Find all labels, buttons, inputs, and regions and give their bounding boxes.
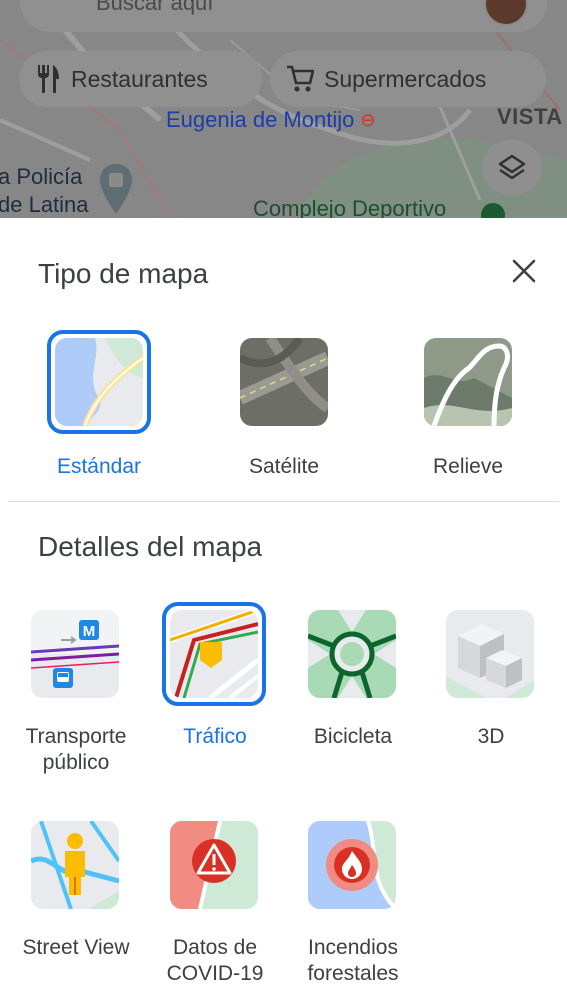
police-label-line1: a Policía	[0, 164, 83, 189]
map-type-label: Relieve	[432, 455, 504, 478]
standard-thumbnail	[55, 338, 143, 426]
layers-button[interactable]	[482, 140, 542, 196]
search-placeholder: Buscar aquí	[96, 0, 214, 15]
chip-restaurants[interactable]: Restaurantes	[19, 51, 262, 107]
metro-station-name: Eugenia de Montijo	[166, 107, 355, 132]
park-pin-icon	[481, 203, 505, 218]
search-bar[interactable]: Buscar aquí	[20, 0, 547, 32]
chip-label: Restaurantes	[71, 65, 208, 92]
terrain-thumbnail	[424, 338, 512, 426]
transit-thumbnail: M	[31, 610, 119, 698]
map-type-label: Estándar	[56, 455, 142, 478]
map-type-label: Satélite	[248, 455, 320, 478]
close-button[interactable]	[504, 251, 544, 291]
map-detail-label: Datos de COVID-19	[166, 936, 264, 985]
chip-label: Supermercados	[324, 65, 487, 92]
street-view-thumbnail	[31, 821, 119, 909]
layers-icon	[498, 154, 526, 180]
section-divider	[8, 501, 559, 502]
3d-thumbnail	[446, 610, 534, 698]
covid-thumbnail	[170, 821, 258, 909]
close-icon	[512, 259, 536, 283]
map-detail-label: Incendios forestales	[307, 936, 399, 985]
map-layers-sheet: Tipo de mapa Estándar Satélite Relieve D…	[0, 218, 567, 1000]
svg-text:M: M	[83, 623, 96, 640]
map-detail-label: Tráfico	[183, 725, 247, 748]
map-detail-label: Transporte público	[25, 725, 127, 774]
map-detail-label: Bicicleta	[313, 725, 393, 748]
satellite-thumbnail	[240, 338, 328, 426]
police-pin-icon	[100, 164, 132, 214]
fork-knife-icon	[38, 65, 59, 93]
map-detail-label: 3D	[477, 725, 505, 748]
traffic-thumbnail	[170, 610, 258, 698]
map-type-title: Tipo de mapa	[38, 258, 209, 289]
shopping-cart-icon	[287, 65, 314, 92]
map-label-police: a Policía de Latina	[0, 163, 89, 218]
police-label-line2: de Latina	[0, 192, 89, 217]
wildfire-thumbnail	[308, 821, 396, 909]
map-label-vista: VISTA	[497, 104, 563, 129]
map-background[interactable]: Buscar aquí Restaurantes Supermercados E…	[0, 0, 567, 218]
map-label-sports-complex: Complejo Deportivo	[253, 196, 447, 218]
metro-icon: ⊖	[360, 110, 376, 130]
bicycle-thumbnail	[308, 610, 396, 698]
map-detail-label: Street View	[22, 936, 130, 959]
map-label-metro: Eugenia de Montijo ⊖	[166, 107, 375, 133]
chip-supermarkets[interactable]: Supermercados	[270, 51, 546, 107]
map-details-title: Detalles del mapa	[38, 531, 263, 562]
